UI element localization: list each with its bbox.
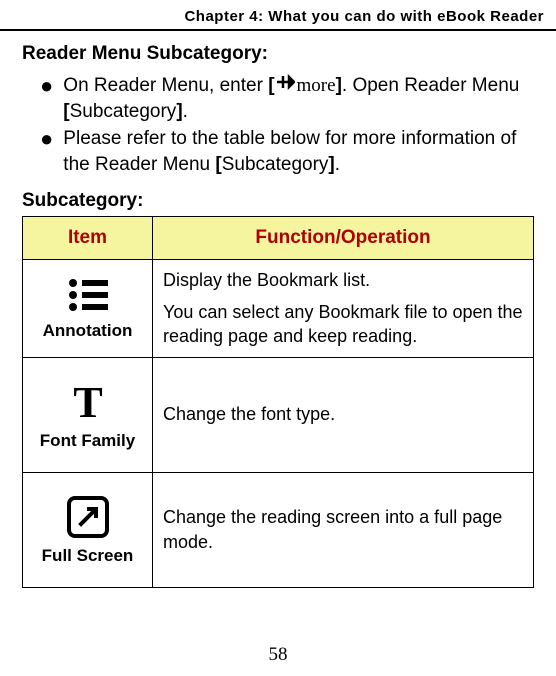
function-cell: Display the Bookmark list. You can selec… bbox=[153, 259, 534, 357]
item-cell-full-screen: Full Screen bbox=[23, 472, 153, 587]
item-cell-annotation: Annotation bbox=[23, 259, 153, 357]
table-header-row: Item Function/Operation bbox=[23, 216, 534, 259]
plus-arrow-icon bbox=[275, 73, 295, 99]
fullscreen-icon bbox=[33, 494, 142, 540]
function-text: You can select any Bookmark file to open… bbox=[163, 300, 523, 349]
bullet-dot-icon: ● bbox=[40, 73, 53, 99]
function-cell: Change the reading screen into a full pa… bbox=[153, 472, 534, 587]
function-text: Display the Bookmark list. bbox=[163, 268, 523, 292]
table-row: Annotation Display the Bookmark list. Yo… bbox=[23, 259, 534, 357]
chapter-header: Chapter 4: What you can do with eBook Re… bbox=[0, 0, 556, 31]
item-label: Annotation bbox=[33, 321, 142, 341]
function-text: Change the font type. bbox=[163, 402, 523, 426]
header-function: Function/Operation bbox=[153, 216, 534, 259]
list-icon bbox=[33, 275, 142, 315]
bullet-text: Please refer to the table below for more… bbox=[63, 126, 534, 177]
svg-text:T: T bbox=[73, 379, 102, 425]
bullet-item: ● Please refer to the table below for mo… bbox=[40, 126, 534, 177]
item-cell-font-family: T Font Family bbox=[23, 357, 153, 472]
bullet-dot-icon: ● bbox=[40, 126, 53, 152]
bullet-text: On Reader Menu, enter [more]. Open Reade… bbox=[63, 73, 534, 124]
font-icon: T bbox=[33, 379, 142, 425]
table-row: Full Screen Change the reading screen in… bbox=[23, 472, 534, 587]
subcategory-label: Subcategory: bbox=[22, 190, 534, 212]
more-label: more bbox=[297, 73, 336, 99]
item-label: Font Family bbox=[33, 431, 142, 451]
page-content: Reader Menu Subcategory: ● On Reader Men… bbox=[0, 31, 556, 588]
function-text: Change the reading screen into a full pa… bbox=[163, 505, 523, 554]
more-button: more bbox=[275, 73, 336, 99]
bullet-item: ● On Reader Menu, enter [more]. Open Rea… bbox=[40, 73, 534, 124]
chapter-title: Chapter 4: What you can do with eBook Re… bbox=[184, 8, 544, 25]
header-item: Item bbox=[23, 216, 153, 259]
function-cell: Change the font type. bbox=[153, 357, 534, 472]
item-label: Full Screen bbox=[33, 546, 142, 566]
table-row: T Font Family Change the font type. bbox=[23, 357, 534, 472]
subcategory-table: Item Function/Operation bbox=[22, 216, 534, 588]
section-title: Reader Menu Subcategory: bbox=[22, 43, 534, 65]
page-number: 58 bbox=[0, 644, 556, 666]
bullet-list: ● On Reader Menu, enter [more]. Open Rea… bbox=[22, 73, 534, 178]
